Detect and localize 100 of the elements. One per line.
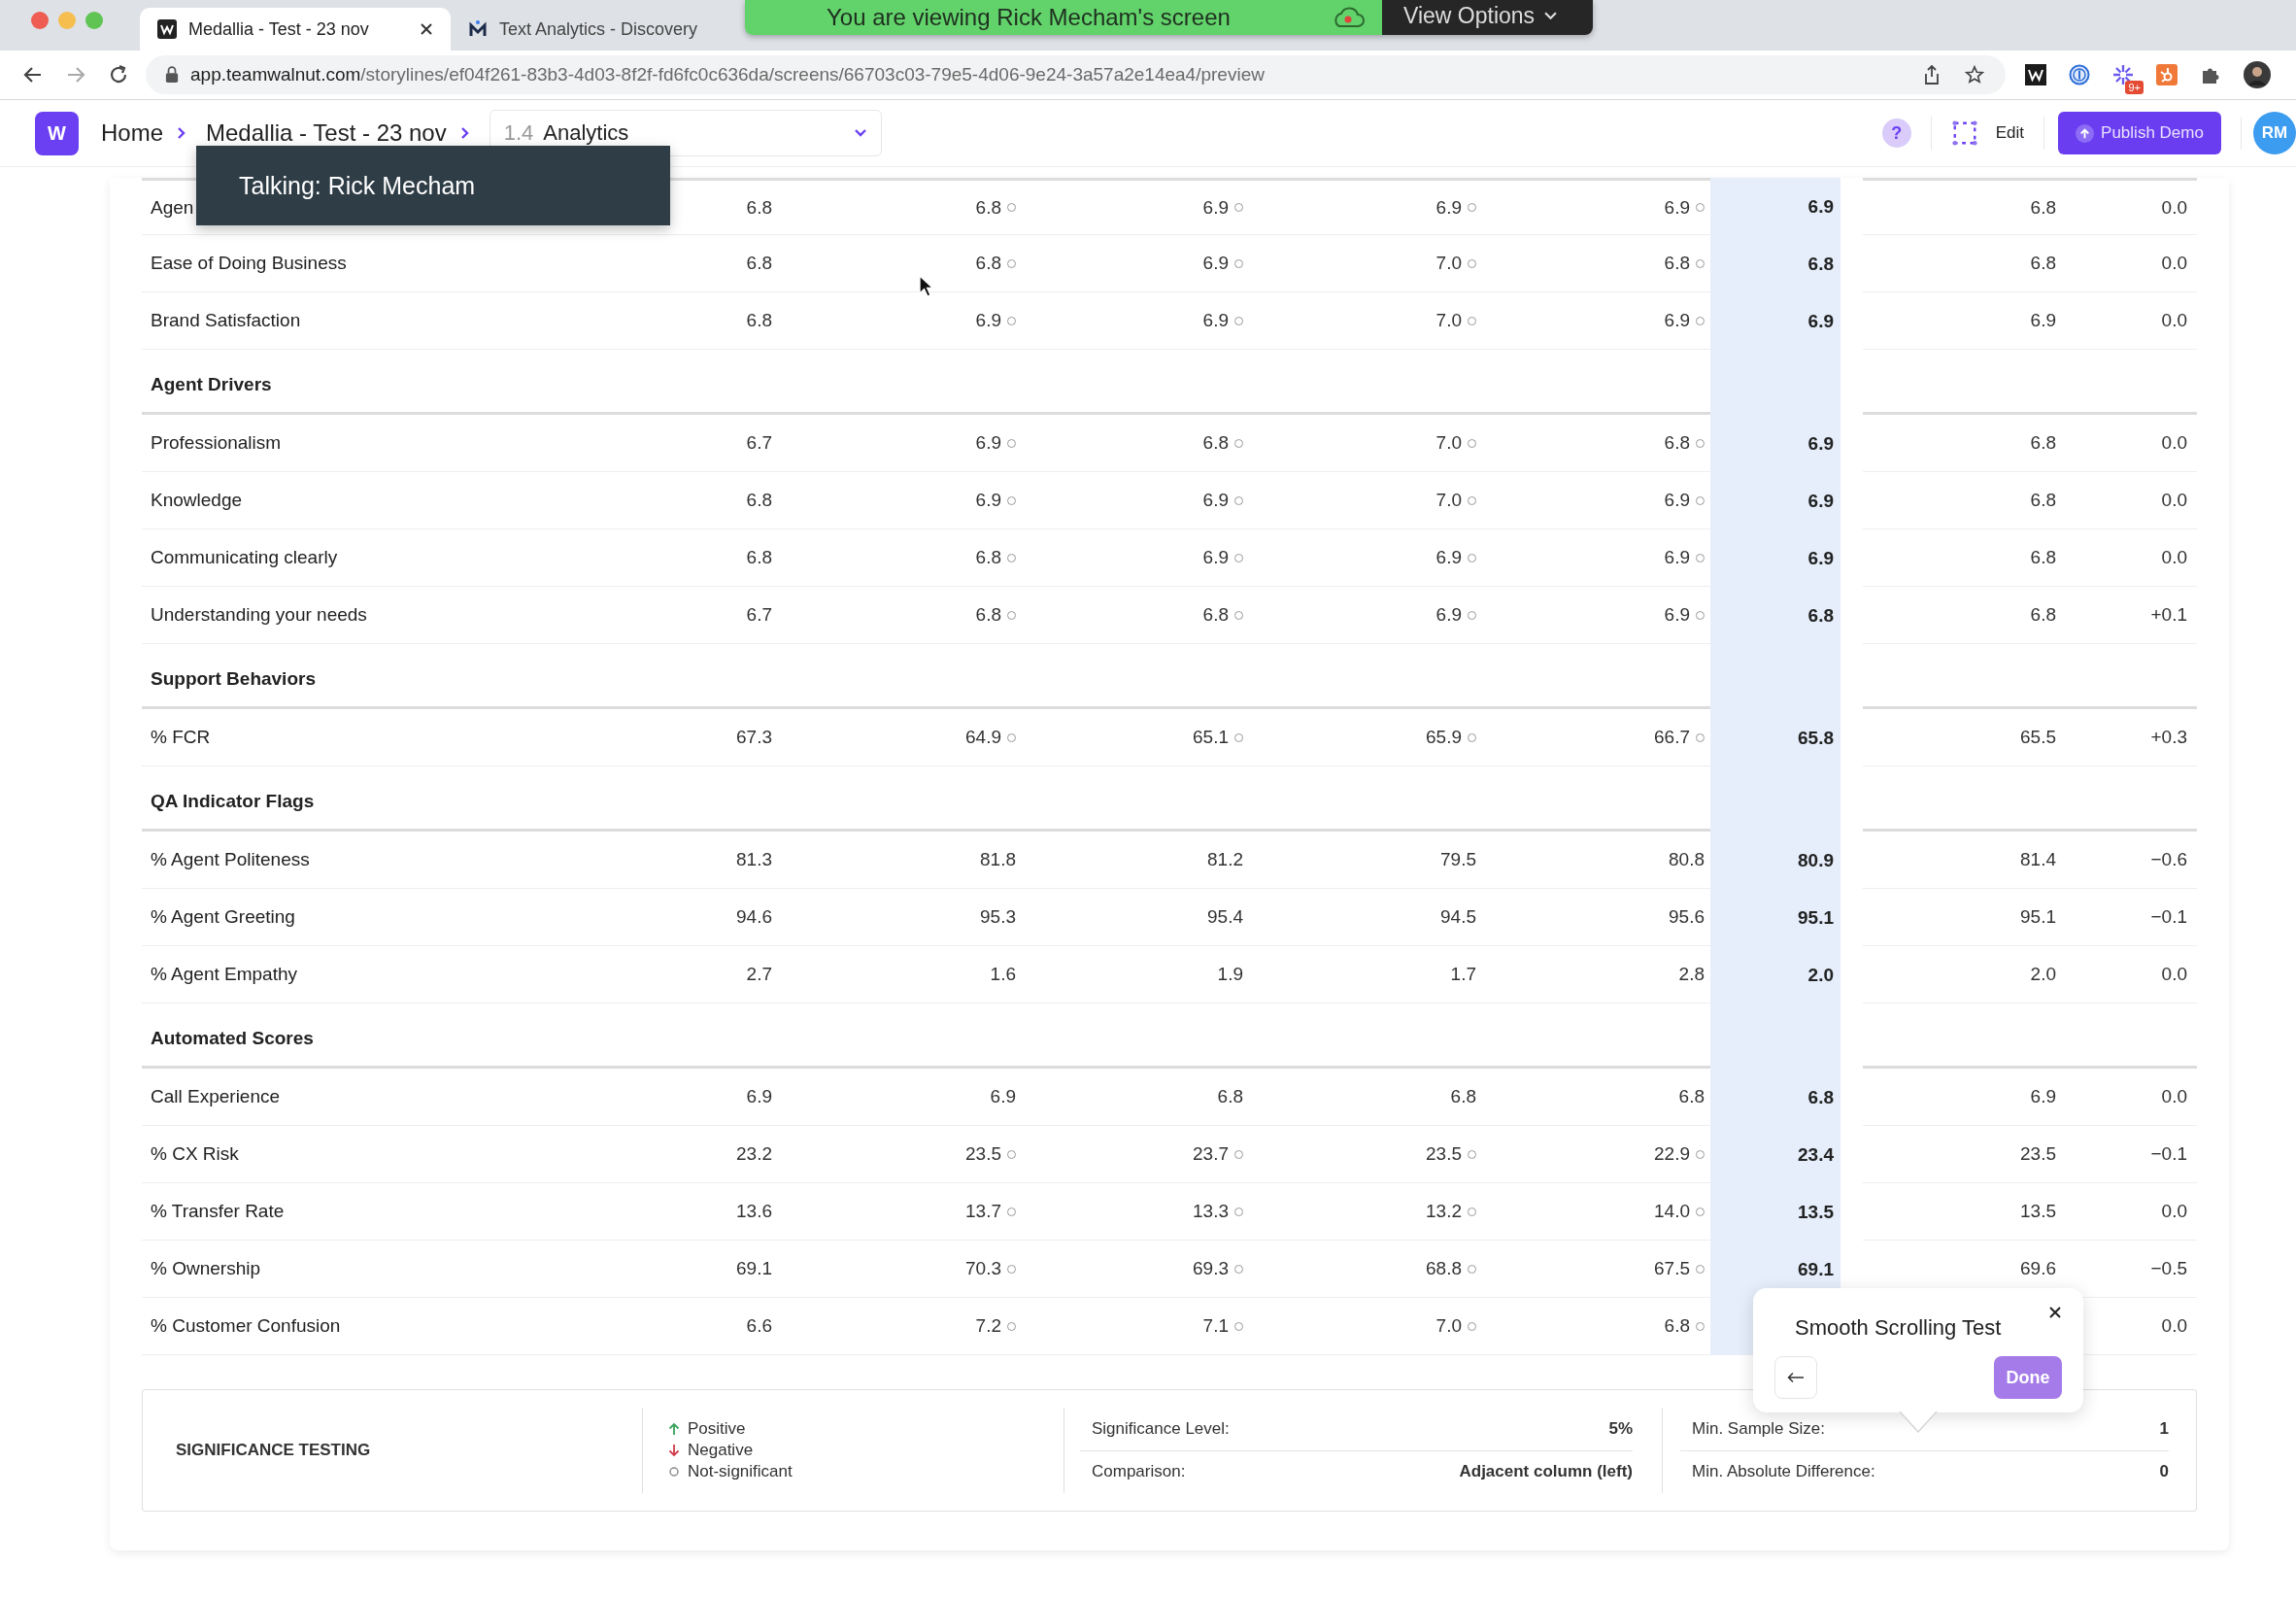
table-cell: 94.6 xyxy=(736,906,772,928)
highlighted-cell: 13.5 xyxy=(1798,1201,1834,1223)
highlighted-cell: 23.4 xyxy=(1798,1143,1834,1166)
table-cell: 95.6 xyxy=(1669,906,1705,928)
table-cell: 6.8 xyxy=(746,310,772,331)
row-label: Brand Satisfaction xyxy=(151,310,301,331)
table-cell: 6.8 xyxy=(975,253,1001,274)
square-logo-icon[interactable] xyxy=(2025,64,2046,85)
table-cell: 6.8 xyxy=(975,196,1001,219)
table-cell: 6.8 xyxy=(1664,1315,1690,1337)
table-cell: 70.3 xyxy=(965,1258,1001,1279)
table-cell: 67.5 xyxy=(1654,1258,1690,1279)
breadcrumb-link[interactable]: Medallia - Test - 23 nov xyxy=(206,119,447,147)
table-cell: 6.8 xyxy=(2030,253,2056,274)
address-bar[interactable]: app.teamwalnut.com/storylines/ef04f261-83b3-4d03-8f2f-fd6fc0c636da/screens/66703c03-79e5-4d06-9e24-3a57a2e14ea4/preview xyxy=(146,55,2006,94)
star-icon[interactable] xyxy=(1965,64,1984,85)
row-label: Agen xyxy=(151,196,194,219)
row-label: Call Experience xyxy=(151,1086,281,1107)
table-cell: 0.0 xyxy=(2161,1086,2187,1107)
table-cell: 81.4 xyxy=(2020,849,2056,870)
table-cell: −0.1 xyxy=(2150,1143,2187,1165)
table-cell: 6.9 xyxy=(2030,310,2056,331)
table-cell: 69.1 xyxy=(736,1258,772,1279)
table-cell: 7.0 xyxy=(1435,432,1462,454)
highlighted-cell: 6.9 xyxy=(1807,310,1834,332)
table-cell: 6.9 xyxy=(975,432,1001,454)
upload-icon xyxy=(2076,123,2095,143)
table-cell: 6.6 xyxy=(746,1315,772,1337)
table-cell: −0.5 xyxy=(2150,1258,2187,1279)
table-cell: 6.8 xyxy=(2030,196,2056,219)
table-cell: 6.9 xyxy=(990,1086,1016,1107)
back-button[interactable] xyxy=(1774,1356,1817,1399)
row-label: Knowledge xyxy=(151,490,243,511)
highlighted-cell: 65.8 xyxy=(1798,727,1834,749)
table-cell: 64.9 xyxy=(965,727,1001,748)
section-heading: Automated Scores xyxy=(151,1028,314,1049)
table-cell: −0.6 xyxy=(2150,849,2187,870)
table-cell: 2.7 xyxy=(746,964,772,985)
table-cell: 6.8 xyxy=(746,547,772,568)
table-cell: 69.3 xyxy=(1193,1258,1229,1279)
row-label: % Agent Greeting xyxy=(151,906,295,928)
table-cell: 0.0 xyxy=(2161,490,2187,511)
table-cell: 6.9 xyxy=(1435,196,1462,219)
user-avatar[interactable] xyxy=(2244,61,2271,88)
share-icon[interactable] xyxy=(1922,64,1941,85)
table-cell: 6.8 xyxy=(746,490,772,511)
table-cell: 1.7 xyxy=(1450,964,1476,985)
highlighted-cell: 95.1 xyxy=(1798,906,1834,929)
table-cell: 65.5 xyxy=(2020,727,2056,748)
table-cell: 6.8 xyxy=(2030,547,2056,568)
breadcrumb-link[interactable]: Home xyxy=(101,119,164,147)
table-cell: 6.8 xyxy=(2030,604,2056,626)
highlighted-cell: 6.9 xyxy=(1807,490,1834,512)
table-cell: +0.1 xyxy=(2150,604,2187,626)
table-cell: 6.8 xyxy=(2030,432,2056,454)
table-cell: 6.8 xyxy=(975,547,1001,568)
browser-tab[interactable]: Medallia - Test - 23 nov xyxy=(140,8,451,51)
table-cell: 6.9 xyxy=(2030,1086,2056,1107)
select-area-icon[interactable] xyxy=(1950,119,1978,147)
close-icon[interactable] xyxy=(420,22,433,36)
publish-demo-button[interactable]: Publish Demo xyxy=(2058,112,2221,154)
table-cell: 13.2 xyxy=(1426,1201,1462,1222)
table-cell: 94.5 xyxy=(1440,906,1476,928)
table-cell: 6.9 xyxy=(746,1086,772,1107)
row-label: % Agent Empathy xyxy=(151,964,298,985)
row-label: Professionalism xyxy=(151,432,282,454)
edit-button[interactable]: Edit xyxy=(1995,123,2024,143)
table-cell: 6.8 xyxy=(1202,432,1229,454)
help-button[interactable]: ? xyxy=(1881,119,1911,148)
table-cell: 6.9 xyxy=(1664,310,1690,331)
table-cell: 6.9 xyxy=(1202,196,1229,219)
table-cell: 2.8 xyxy=(1678,964,1705,985)
view-options-button[interactable]: View Options xyxy=(1382,0,1593,35)
table-cell: 0.0 xyxy=(2161,1201,2187,1222)
table-cell: 6.9 xyxy=(1664,196,1690,219)
table-cell: 6.9 xyxy=(1202,547,1229,568)
table-cell: 95.4 xyxy=(1207,906,1243,928)
sprocket-icon[interactable] xyxy=(2156,64,2178,85)
app-logo[interactable]: W xyxy=(35,111,79,155)
highlighted-cell: 6.9 xyxy=(1807,195,1834,218)
close-window-button[interactable] xyxy=(31,12,49,29)
highlighted-cell: 6.8 xyxy=(1807,1086,1834,1108)
row-label: % CX Risk xyxy=(151,1143,239,1165)
speaker-tooltip: Talking: Rick Mecham xyxy=(196,146,670,225)
table-cell: 66.7 xyxy=(1654,727,1690,748)
table-cell: 7.0 xyxy=(1435,1315,1462,1337)
circle-icon xyxy=(668,1465,680,1479)
close-icon[interactable] xyxy=(2048,1306,2062,1319)
browser-tab[interactable]: Text Analytics - Discovery xyxy=(451,8,738,51)
table-cell: +0.3 xyxy=(2150,727,2187,748)
table-cell: 7.2 xyxy=(975,1315,1001,1337)
section-heading: Support Behaviors xyxy=(151,668,316,690)
table-cell: 6.9 xyxy=(975,310,1001,331)
table-cell: 6.9 xyxy=(1435,604,1462,626)
ring-icon[interactable] xyxy=(2069,64,2090,85)
burst-icon[interactable] xyxy=(2112,64,2134,85)
highlighted-cell: 2.0 xyxy=(1807,964,1834,986)
table-cell: 6.9 xyxy=(1664,490,1690,511)
table-cell: 0.0 xyxy=(2161,547,2187,568)
table-cell: 6.8 xyxy=(1202,604,1229,626)
